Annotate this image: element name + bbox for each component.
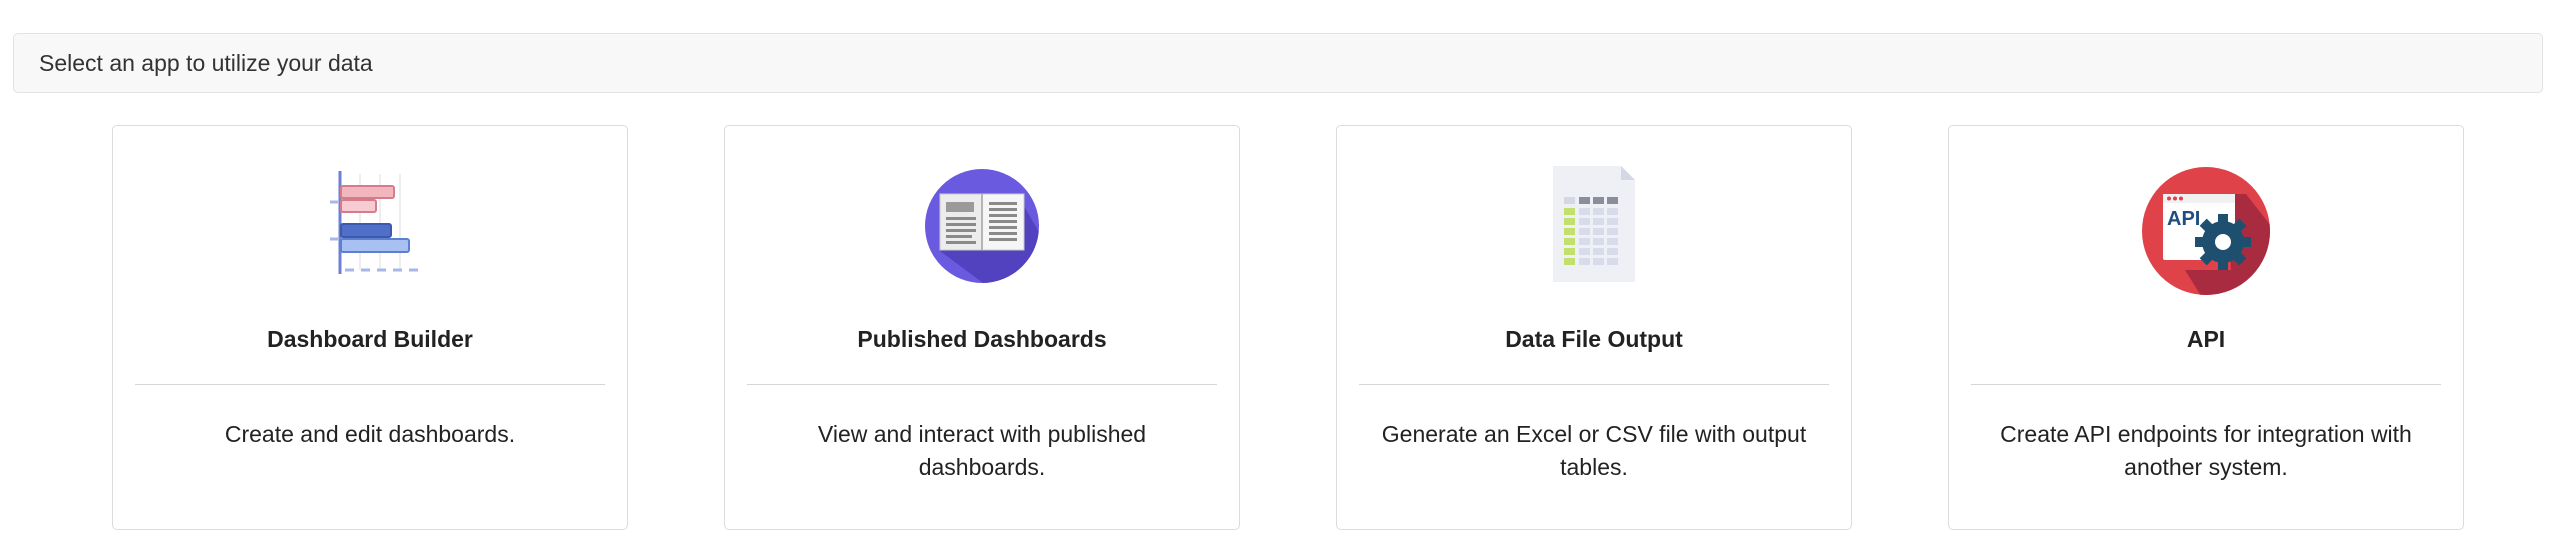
card-dashboard-builder[interactable]: Dashboard Builder Create and edit dashbo… [112, 125, 628, 530]
card-title: Dashboard Builder [267, 326, 473, 352]
app-selector-header: Select an app to utilize your data [13, 33, 2543, 93]
api-icon-text: API [2167, 208, 2200, 230]
card-data-file-output[interactable]: Data File Output Generate an Excel or CS… [1336, 125, 1852, 530]
card-title: Published Dashboards [857, 326, 1107, 352]
header-text: Select an app to utilize your data [39, 49, 373, 76]
card-divider [1971, 384, 2441, 385]
open-book-icon [917, 166, 1047, 286]
card-divider [135, 384, 605, 385]
app-cards: Dashboard Builder Create and edit dashbo… [0, 125, 2558, 530]
card-title: API [2186, 326, 2226, 352]
card-title: Data File Output [1505, 326, 1683, 352]
card-description: Create API endpoints for integration wit… [2000, 421, 2412, 480]
card-description: Generate an Excel or CSV file with outpu… [1381, 421, 1807, 480]
card-published-dashboards[interactable]: Published Dashboards View and interact w… [724, 125, 1240, 530]
card-description: Create and edit dashboards. [224, 421, 516, 447]
bar-chart-icon [305, 166, 435, 286]
spreadsheet-file-icon [1529, 166, 1659, 286]
card-description: View and interact with published dashboa… [817, 421, 1147, 480]
api-gear-icon: API [2141, 166, 2271, 295]
card-divider [1359, 384, 1829, 385]
card-api[interactable]: API API Create API endpoints for integra… [1948, 125, 2464, 530]
card-divider [747, 384, 1217, 385]
